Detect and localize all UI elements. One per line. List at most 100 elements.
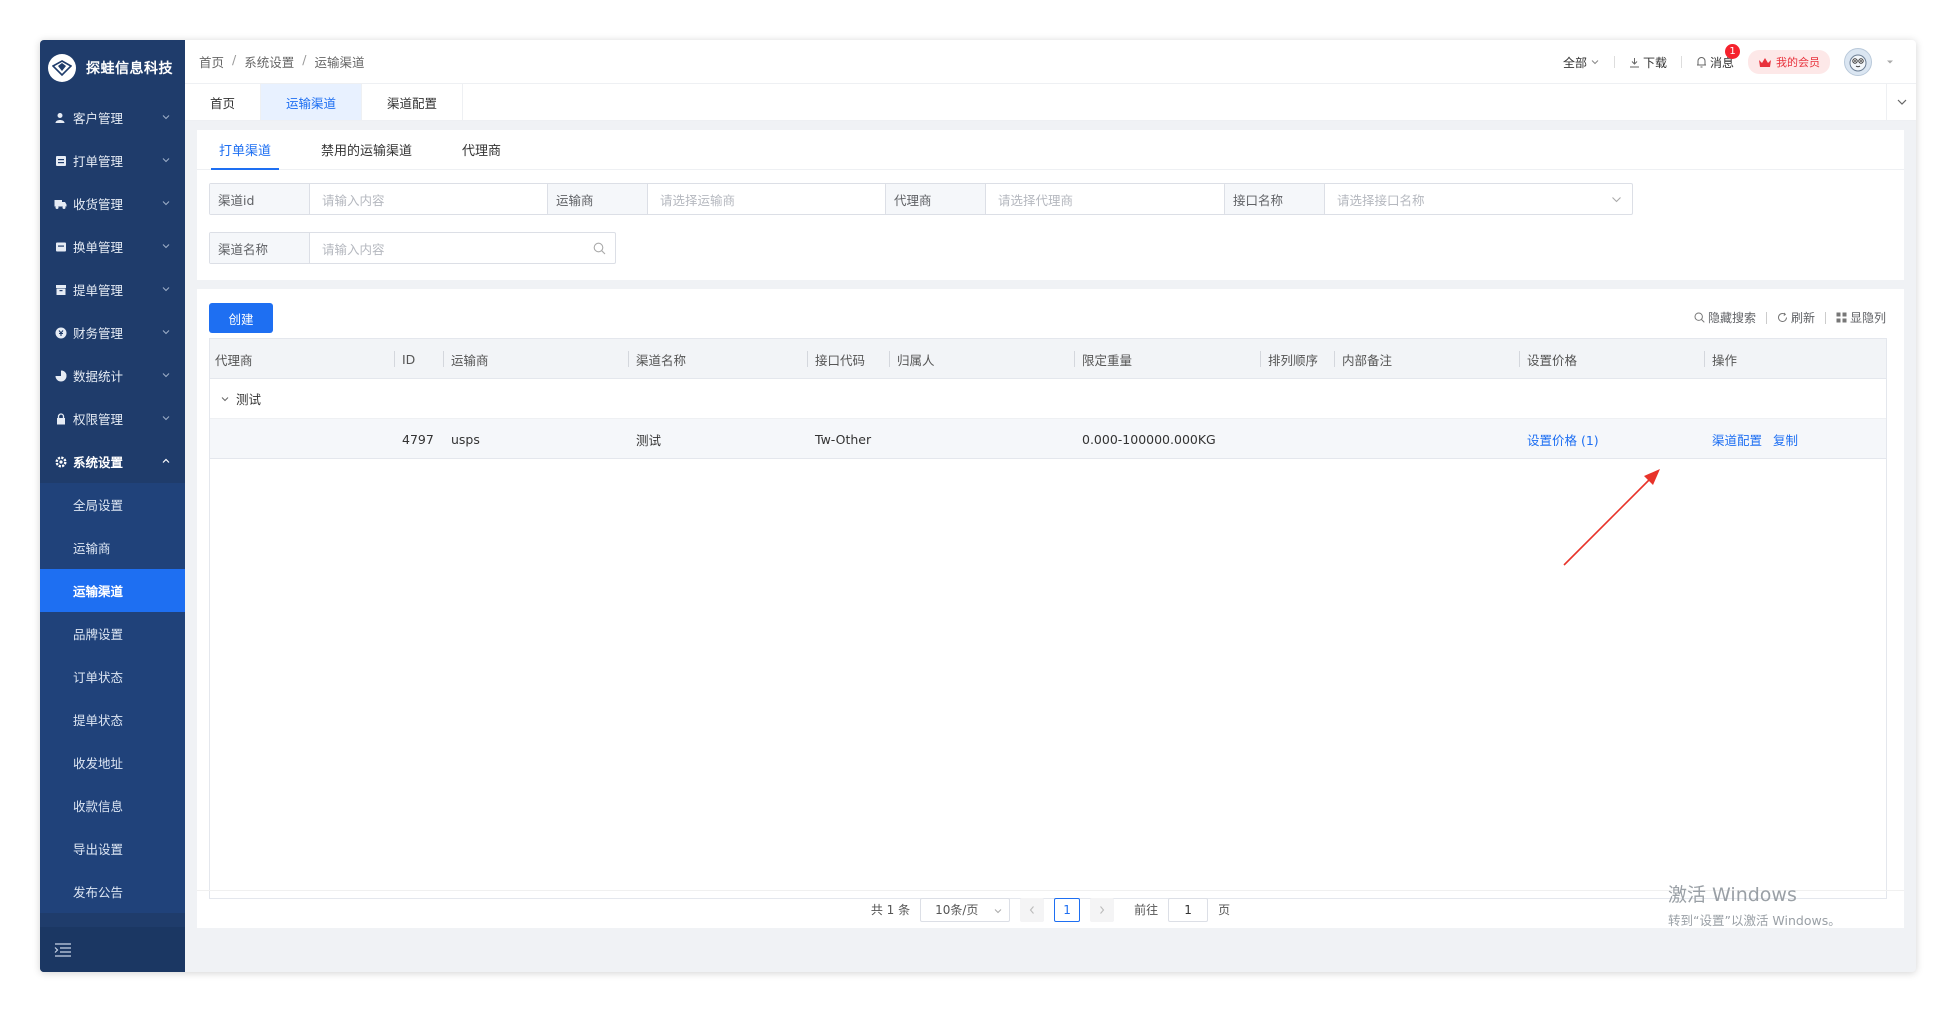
tab-agents[interactable]: 代理商 [454, 130, 509, 169]
select-placeholder: 请选择运输商 [660, 192, 736, 208]
submenu-item-announcement[interactable]: 发布公告 [40, 870, 185, 913]
submenu-item-brand[interactable]: 品牌设置 [40, 612, 185, 655]
sidebar-item-label: 客户管理 [73, 111, 124, 126]
column-divider [1519, 351, 1520, 367]
filter-panel: 打单渠道 禁用的运输渠道 代理商 渠道id 请输入内容 运输商 请选择运输商 代… [197, 130, 1904, 280]
copy-link[interactable]: 复制 [1773, 419, 1798, 459]
tag-home[interactable]: 首页 [185, 84, 262, 120]
prev-page-button[interactable] [1020, 897, 1045, 922]
sidebar-item-print[interactable]: 打单管理 [40, 139, 185, 182]
divider [1824, 311, 1826, 324]
submenu-item-lading-status[interactable]: 提单状态 [40, 698, 185, 741]
avatar[interactable] [1844, 48, 1872, 76]
sidebar-item-receiving[interactable]: 收货管理 [40, 182, 185, 225]
channel-name-input[interactable]: 请输入内容 [310, 233, 615, 263]
grid-icon [1836, 312, 1847, 323]
breadcrumb-system-settings[interactable]: 系统设置 [244, 52, 294, 71]
page-number[interactable]: 1 [1054, 897, 1081, 922]
hide-search-label: 隐藏搜索 [1707, 311, 1756, 325]
next-page-button[interactable] [1090, 897, 1115, 922]
channel-subtabs: 打单渠道 禁用的运输渠道 代理商 [197, 130, 1904, 170]
field-label: 接口名称 [1225, 184, 1325, 214]
create-button[interactable]: 创建 [209, 303, 273, 333]
collapse-sidebar-button[interactable] [40, 927, 185, 972]
chevron-up-icon [162, 458, 170, 463]
field-label: 代理商 [886, 184, 986, 214]
chevron-down-icon [162, 416, 170, 421]
sidebar-item-label: 打单管理 [73, 154, 124, 169]
tab-print-channel[interactable]: 打单渠道 [211, 130, 280, 170]
submenu-item-payment[interactable]: 收款信息 [40, 784, 185, 827]
divider [1680, 56, 1682, 68]
tab-disabled-channels[interactable]: 禁用的运输渠道 [313, 130, 420, 169]
chevron-down-icon [162, 287, 170, 292]
bell-icon [1696, 57, 1706, 68]
user-menu-caret-icon[interactable] [1886, 58, 1894, 66]
col-actions-label: 操作 [1712, 352, 1738, 368]
col-carrier: 运输商 [443, 339, 489, 379]
chevron-down-icon [162, 330, 170, 335]
tag-channel[interactable]: 运输渠道 [261, 84, 363, 120]
api-name-dropdown[interactable]: 请选择接口名称 [1325, 184, 1632, 214]
columns-label: 显隐列 [1849, 311, 1886, 325]
cell-api-code: Tw-Other [815, 431, 872, 447]
col-actions: 操作 [1704, 339, 1738, 379]
field-label: 渠道id [210, 184, 310, 214]
logo[interactable]: 探蛙信息科技 [40, 40, 185, 96]
page-unit-label: 页 [1218, 903, 1231, 917]
submenu-item-channel[interactable]: 运输渠道 [40, 569, 185, 612]
chevron-down-icon [1612, 197, 1621, 203]
chevron-down-icon [1591, 60, 1599, 65]
sidebar-item-customers[interactable]: 客户管理 [40, 96, 185, 139]
messages-button[interactable]: 消息 1 [1696, 43, 1740, 71]
submenu-item-global[interactable]: 全局设置 [40, 483, 185, 526]
col-agent: 代理商 [215, 352, 253, 368]
refresh-label: 刷新 [1790, 311, 1815, 325]
chevron-down-icon [1897, 99, 1906, 105]
submenu-item-carrier[interactable]: 运输商 [40, 526, 185, 569]
breadcrumb-separator: / [232, 52, 237, 67]
vip-button[interactable]: 我的会员 [1748, 50, 1830, 74]
tag-channel-config[interactable]: 渠道配置 [362, 84, 464, 120]
sidebar-item-permissions[interactable]: 权限管理 [40, 397, 185, 440]
col-channel-name: 渠道名称 [628, 339, 686, 379]
box-icon [54, 283, 67, 296]
avatar-icon [1849, 54, 1867, 72]
sidebar-item-finance[interactable]: 财务管理 [40, 311, 185, 354]
columns-toggle-button[interactable]: 显隐列 [1836, 309, 1886, 326]
truck-icon [54, 197, 67, 210]
submenu-item-export[interactable]: 导出设置 [40, 827, 185, 870]
chevron-left-icon [1029, 905, 1035, 914]
col-order-label: 排列顺序 [1268, 352, 1319, 368]
table-tools: 隐藏搜索 刷新 显隐列 [1694, 309, 1886, 326]
sidebar-item-statistics[interactable]: 数据统计 [40, 354, 185, 397]
download-button[interactable]: 下载 [1629, 54, 1667, 71]
chevron-down-icon [221, 396, 229, 401]
breadcrumb-home[interactable]: 首页 [199, 52, 224, 71]
set-price-link[interactable]: 设置价格 (1) [1527, 419, 1599, 459]
cell-weight: 0.000-100000.000KG [1082, 431, 1216, 447]
goto-page-input[interactable]: 1 [1168, 897, 1209, 922]
message-count-badge: 1 [1725, 43, 1740, 59]
sidebar-item-exchange[interactable]: 换单管理 [40, 225, 185, 268]
submenu-item-order-status[interactable]: 订单状态 [40, 655, 185, 698]
hide-search-button[interactable]: 隐藏搜索 [1694, 309, 1756, 326]
tags-more-button[interactable] [1886, 84, 1916, 120]
sidebar-item-label: 换单管理 [73, 240, 124, 255]
page-size-select[interactable]: 10条/页 [920, 897, 1011, 922]
watermark-subtitle: 转到“设置”以激活 Windows。 [1668, 913, 1841, 928]
scope-dropdown[interactable]: 全部 [1563, 54, 1600, 71]
refresh-button[interactable]: 刷新 [1777, 309, 1815, 326]
sidebar-item-lading[interactable]: 提单管理 [40, 268, 185, 311]
sidebar-item-label: 提单管理 [73, 283, 124, 298]
cell-channel-name: 测试 [636, 432, 662, 448]
total-count: 共 1 条 [870, 903, 911, 917]
col-owner-label: 归属人 [897, 352, 935, 368]
header-actions: 全部 下载 消息 1 我的会员 [1563, 40, 1894, 84]
submenu-item-address[interactable]: 收发地址 [40, 741, 185, 784]
sidebar-item-system-settings[interactable]: 系统设置 [40, 440, 185, 483]
group-row[interactable]: 测试 [210, 379, 1886, 419]
col-order: 排列顺序 [1260, 339, 1319, 379]
channel-config-link[interactable]: 渠道配置 [1712, 419, 1762, 459]
download-label: 下载 [1642, 55, 1667, 70]
